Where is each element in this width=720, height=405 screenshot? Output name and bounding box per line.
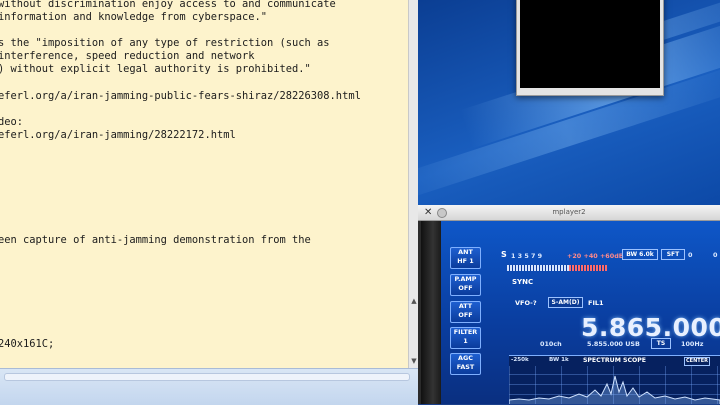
spectrum-scope: SPECTRUM SCOPE -250k BW 1k CENTER (509, 355, 720, 404)
horizontal-scroll-track[interactable] (4, 373, 410, 381)
mplayer-titlebar[interactable]: mplayer2 ✕ (418, 205, 720, 221)
s-meter-over-bar (569, 265, 607, 271)
channel-label: 010ch (540, 340, 562, 348)
s-meter-scale-plus: +20 +40 +60dB (567, 252, 624, 260)
preamp-button: P.AMP OFF (450, 274, 481, 296)
window-title: mplayer2 (552, 208, 586, 216)
att-button: ATT OFF (450, 301, 481, 323)
shift-value: 0 (688, 251, 693, 259)
mplayer-window[interactable]: mplayer2 ✕ ANT HF 1 P.AMP OFF ATT OFF FILTE… (418, 205, 720, 404)
tuning-step-value: 100Hz (681, 340, 704, 348)
vfo-label: VFO-? (515, 299, 537, 307)
filter-button: FILTER 1 (450, 327, 481, 349)
filter-label: FIL1 (588, 299, 604, 307)
radio-display: ANT HF 1 P.AMP OFF ATT OFF FILTER 1 AGC FAST … (421, 221, 720, 404)
shift-value-2: 0 (713, 251, 718, 259)
agc-button: AGC FAST (450, 353, 481, 375)
video-frame (520, 0, 660, 88)
close-icon[interactable]: ✕ (424, 206, 432, 219)
mode-box: S-AM(D) (548, 297, 583, 308)
spectrum-bw: BW 1k (549, 357, 569, 363)
shift-box: SFT (661, 249, 685, 260)
video-window[interactable] (516, 0, 664, 96)
s-meter-scale: 1 3 5 7 9 (511, 252, 543, 260)
horizontal-scrollbar[interactable] (0, 368, 418, 405)
radio-bezel (421, 221, 441, 404)
sub-frequency: 5.855.000 USB (587, 340, 640, 348)
editor-content[interactable]: without discrimination enjoy access to a… (0, 0, 361, 352)
bandwidth-box: BW 6.0k (622, 249, 658, 260)
s-meter-label: S (501, 250, 507, 259)
spectrum-center-box: CENTER (684, 357, 710, 366)
radio-lcd: ANT HF 1 P.AMP OFF ATT OFF FILTER 1 AGC FAST … (441, 221, 720, 404)
minimize-icon[interactable] (437, 208, 447, 218)
tuning-step-box: TS (651, 338, 671, 349)
spectrum-trace (509, 375, 720, 404)
sync-label: SYNC (512, 278, 534, 286)
ant-button: ANT HF 1 (450, 247, 481, 269)
spectrum-span: -250k (511, 357, 529, 363)
text-editor[interactable]: without discrimination enjoy access to a… (0, 0, 408, 368)
